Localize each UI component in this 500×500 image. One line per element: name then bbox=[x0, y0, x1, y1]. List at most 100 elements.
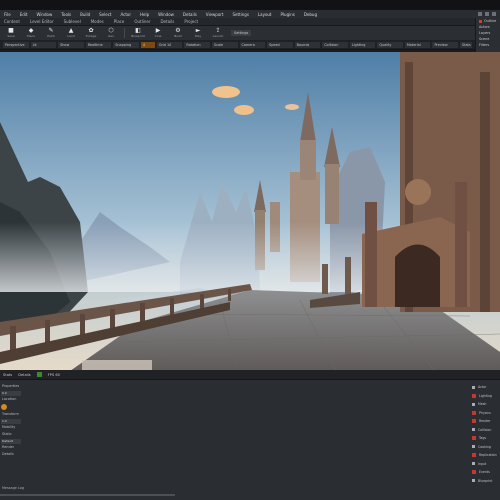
temple-column bbox=[365, 202, 377, 307]
tool-label: Place bbox=[27, 34, 35, 38]
component-item[interactable]: Render bbox=[470, 417, 500, 426]
component-item[interactable]: Cooking bbox=[470, 443, 500, 452]
component-item[interactable]: Events bbox=[470, 468, 500, 477]
viewport-option[interactable]: Collision bbox=[322, 41, 348, 48]
menu-bar: File Edit Window Tools Build Select Acto… bbox=[0, 10, 500, 18]
component-label: Input bbox=[478, 461, 487, 466]
statue bbox=[322, 264, 328, 294]
minimize-icon[interactable] bbox=[478, 12, 482, 16]
tab-place[interactable]: Place bbox=[114, 19, 125, 24]
menu-plugins[interactable]: Plugins bbox=[281, 12, 295, 17]
toolbar-play-button[interactable]: ► Play bbox=[191, 28, 205, 39]
tab-content[interactable]: Content bbox=[4, 19, 20, 24]
tool-label: Cine bbox=[154, 34, 162, 38]
viewport-option[interactable]: Grid 10 bbox=[156, 41, 183, 48]
component-icon bbox=[472, 462, 475, 466]
toolbar-save-button[interactable]: ■ Save bbox=[4, 28, 18, 39]
viewport-option[interactable]: Snapping bbox=[113, 41, 139, 48]
viewport-option[interactable]: Rotation bbox=[184, 41, 210, 48]
menu-build[interactable]: Build bbox=[80, 12, 90, 17]
component-icon bbox=[472, 445, 475, 449]
cloud bbox=[234, 105, 254, 115]
toolbar-landscape-button[interactable]: ▲ Land bbox=[64, 28, 78, 39]
component-item[interactable]: Collision bbox=[470, 426, 500, 435]
toolbar-place-button[interactable]: ◆ Place bbox=[24, 28, 38, 39]
maximize-icon[interactable] bbox=[485, 12, 489, 16]
viewport-option[interactable]: Bounds bbox=[294, 41, 321, 48]
tab-level-editor[interactable]: Level Editor bbox=[30, 19, 54, 24]
toolbar-geometry-button[interactable]: ⬡ Geo bbox=[104, 28, 118, 39]
warning-icon bbox=[472, 436, 476, 441]
menu-window-2[interactable]: Window bbox=[158, 12, 174, 17]
main-toolbar: ■ Save ◆ Place ✎ Paint ▲ Land ✿ Foliage ⬡ Geo … bbox=[0, 26, 475, 40]
tab-modes[interactable]: Modes bbox=[91, 19, 104, 24]
viewport-option[interactable]: Lighting bbox=[349, 41, 376, 48]
status-fps: FPS 60 bbox=[47, 372, 60, 377]
status-ok-icon bbox=[36, 372, 42, 377]
tab-sublevel[interactable]: Sublevel bbox=[64, 19, 81, 24]
tab-project[interactable]: Project bbox=[184, 19, 198, 24]
menu-viewport[interactable]: Viewport bbox=[206, 12, 224, 17]
component-item[interactable]: Actor bbox=[470, 383, 500, 392]
status-details[interactable]: Details bbox=[18, 373, 30, 377]
toolbar-blueprint-button[interactable]: ◧ Blueprint bbox=[131, 28, 145, 39]
viewport-option[interactable]: Stats bbox=[460, 41, 472, 48]
viewport-options-bar: Perspective Lit Show Realtime Snapping 4… bbox=[0, 40, 475, 50]
component-label: Replication bbox=[479, 453, 497, 458]
grid-snap-value[interactable]: 4 bbox=[140, 41, 155, 48]
castle-tower bbox=[325, 164, 339, 224]
menu-debug[interactable]: Debug bbox=[304, 12, 317, 17]
menu-settings[interactable]: Settings bbox=[233, 12, 249, 17]
toolbar-cinematic-button[interactable]: ▶ Cine bbox=[151, 28, 165, 39]
3d-viewport[interactable] bbox=[0, 52, 500, 378]
warning-icon bbox=[472, 410, 476, 415]
mobility-icon[interactable] bbox=[1, 404, 7, 410]
viewport-option[interactable]: Speed bbox=[267, 41, 293, 48]
tool-label: Save bbox=[7, 34, 15, 38]
menu-actor[interactable]: Actor bbox=[120, 12, 131, 17]
toolbar-paint-button[interactable]: ✎ Paint bbox=[44, 28, 58, 39]
outliner-item[interactable]: Filters bbox=[476, 42, 500, 48]
viewport-option[interactable]: Material bbox=[404, 41, 431, 48]
menu-details[interactable]: Details bbox=[183, 12, 197, 17]
menu-edit[interactable]: Edit bbox=[20, 12, 28, 17]
viewport-option[interactable]: Lit bbox=[30, 41, 57, 48]
settings-tab[interactable]: Settings bbox=[231, 30, 252, 36]
details-panel: Properties 0.0 Location Transform 1.0 Mo… bbox=[0, 379, 500, 500]
component-item[interactable]: Replication bbox=[470, 451, 500, 460]
message-log-label[interactable]: Message Log bbox=[2, 486, 24, 490]
menu-layout[interactable]: Layout bbox=[258, 12, 272, 17]
component-item[interactable]: Input bbox=[470, 460, 500, 469]
component-label: Mesh bbox=[478, 402, 487, 407]
menu-tools[interactable]: Tools bbox=[61, 12, 71, 17]
menu-file[interactable]: File bbox=[4, 12, 11, 17]
toolbar-build-button[interactable]: ⚙ Build bbox=[171, 28, 185, 39]
toolbar-foliage-button[interactable]: ✿ Foliage bbox=[84, 28, 98, 39]
menu-window[interactable]: Window bbox=[36, 12, 52, 17]
viewport-option[interactable]: Quality bbox=[377, 41, 403, 48]
warning-icon bbox=[472, 470, 476, 475]
toolbar-launch-button[interactable]: ⇪ Launch bbox=[211, 28, 225, 39]
temple-medallion bbox=[405, 179, 431, 205]
tab-outliner[interactable]: Outliner bbox=[134, 19, 150, 24]
viewport-option[interactable]: Preview bbox=[432, 41, 458, 48]
warning-icon bbox=[472, 453, 476, 458]
status-stats[interactable]: Stats bbox=[3, 373, 12, 377]
viewport-option[interactable]: Camera bbox=[239, 41, 266, 48]
menu-select[interactable]: Select bbox=[99, 12, 111, 17]
viewport-option[interactable]: Perspective bbox=[3, 41, 29, 48]
component-item[interactable]: Tags bbox=[470, 434, 500, 443]
horizontal-scrollbar[interactable] bbox=[0, 494, 175, 496]
component-item[interactable]: Physics bbox=[470, 409, 500, 418]
viewport-option[interactable]: Realtime bbox=[85, 41, 112, 48]
viewport-option[interactable]: Show bbox=[58, 41, 84, 48]
tab-details[interactable]: Details bbox=[160, 19, 174, 24]
viewport-option[interactable]: Scale bbox=[211, 41, 238, 48]
castle-tower bbox=[300, 140, 316, 180]
close-icon[interactable] bbox=[492, 12, 496, 16]
component-item[interactable]: Mesh bbox=[470, 400, 500, 409]
component-item[interactable]: Lighting bbox=[470, 392, 500, 401]
menu-help[interactable]: Help bbox=[140, 12, 149, 17]
component-item[interactable]: Blueprint bbox=[470, 477, 500, 486]
component-icon bbox=[472, 428, 475, 432]
